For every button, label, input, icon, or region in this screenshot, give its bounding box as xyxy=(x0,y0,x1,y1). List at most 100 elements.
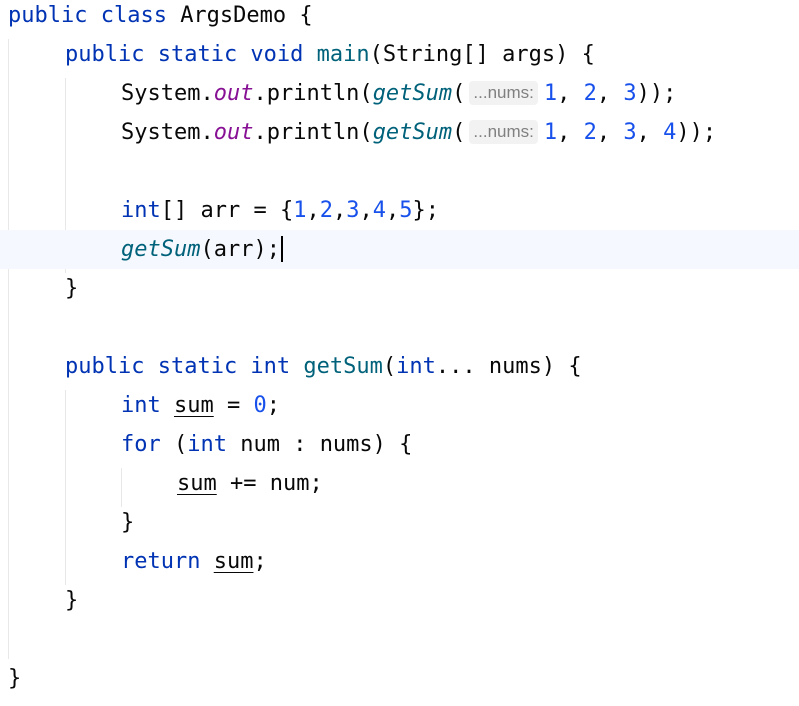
code-token: , xyxy=(359,198,373,223)
code-token: , xyxy=(557,120,584,145)
code-line-text: public static int getSum(int... nums) { xyxy=(65,347,582,386)
code-token: += num; xyxy=(216,471,323,496)
code-token: } xyxy=(65,276,79,301)
code-token: , xyxy=(385,198,400,223)
code-line-text: } xyxy=(121,503,134,542)
code-line[interactable] xyxy=(0,620,799,659)
code-token: 1 xyxy=(293,198,307,223)
code-token: (arr); xyxy=(200,237,280,262)
code-token: System. xyxy=(121,120,214,145)
code-token: getSum xyxy=(372,81,453,106)
code-token: for xyxy=(121,432,174,457)
code-line-text: int sum = 0; xyxy=(121,386,280,425)
code-token: } xyxy=(65,588,79,613)
code-token: out xyxy=(213,120,254,145)
code-token: , xyxy=(306,198,320,223)
code-line[interactable]: } xyxy=(0,581,799,620)
code-token: , xyxy=(332,198,347,223)
code-line[interactable]: getSum(arr); xyxy=(0,230,799,269)
code-line-text: for (int num : nums) { xyxy=(121,425,412,464)
parameter-hint: ...nums: xyxy=(469,81,538,105)
code-line[interactable]: sum += num; xyxy=(0,464,799,503)
code-line[interactable]: public class ArgsDemo { xyxy=(0,0,799,35)
code-line-text: return sum; xyxy=(121,542,267,581)
code-token: getSum xyxy=(372,120,453,145)
code-line-text: } xyxy=(65,581,78,620)
code-token: ( xyxy=(452,81,466,106)
code-line[interactable]: System.out.println(getSum(...nums: 1, 2, … xyxy=(0,113,799,152)
code-token: , xyxy=(636,120,664,145)
code-token: ; xyxy=(253,549,267,574)
code-line[interactable]: } xyxy=(0,269,799,308)
code-line[interactable]: int sum = 0; xyxy=(0,386,799,425)
code-token: ; xyxy=(266,393,280,418)
code-token: 4 xyxy=(663,120,677,145)
code-token: ArgsDemo { xyxy=(180,3,313,28)
code-token: 0 xyxy=(253,393,267,418)
code-line[interactable]: } xyxy=(0,503,799,542)
code-token: out xyxy=(213,81,254,106)
code-token: 4 xyxy=(372,198,386,223)
code-token: main xyxy=(316,42,370,67)
code-token: public static void xyxy=(65,42,317,67)
code-token: 3 xyxy=(623,81,637,106)
code-token: 2 xyxy=(583,81,597,106)
code-token: , xyxy=(557,81,584,106)
code-token: 1 xyxy=(543,81,558,106)
code-token: (String[] args) { xyxy=(369,42,595,67)
code-token: int xyxy=(121,393,174,418)
code-token: num : nums) { xyxy=(240,432,413,457)
code-token: } xyxy=(121,510,135,535)
parameter-hint: ...nums: xyxy=(469,120,538,144)
code-token: public class xyxy=(8,3,181,28)
code-token: public static int xyxy=(65,354,304,379)
code-token: )); xyxy=(676,120,717,145)
code-token: ( xyxy=(382,354,397,379)
code-line-text: int[] arr = {1,2,3,4,5}; xyxy=(121,191,439,230)
code-line[interactable] xyxy=(0,308,799,347)
code-token: 1 xyxy=(543,120,558,145)
code-line[interactable]: int[] arr = {1,2,3,4,5}; xyxy=(0,191,799,230)
code-line-text: public static void main(String[] args) { xyxy=(65,35,595,74)
code-token: sum xyxy=(173,393,214,418)
code-token: [] arr = { xyxy=(160,198,294,223)
code-token: System. xyxy=(121,81,214,106)
code-line-text: getSum(arr); xyxy=(121,230,283,269)
code-token: ( xyxy=(173,432,188,457)
code-line-text: System.out.println(getSum(...nums: 1, 2, … xyxy=(121,113,716,152)
code-token: )); xyxy=(636,81,677,106)
code-token: , xyxy=(596,81,624,106)
code-line-text: public class ArgsDemo { xyxy=(8,0,313,35)
code-token: 3 xyxy=(346,198,360,223)
code-editor[interactable]: public class ArgsDemo {public static voi… xyxy=(0,0,799,706)
code-token: getSum xyxy=(303,354,383,379)
code-token: ( xyxy=(452,120,466,145)
code-token: int xyxy=(121,198,161,223)
code-token: .println( xyxy=(253,81,373,106)
code-line[interactable]: for (int num : nums) { xyxy=(0,425,799,464)
code-token: ... nums) { xyxy=(435,354,582,379)
code-token: int xyxy=(396,354,436,379)
code-token: getSum xyxy=(121,237,201,262)
code-token: 5 xyxy=(399,198,413,223)
code-token: sum xyxy=(177,471,217,496)
code-line[interactable]: public static void main(String[] args) { xyxy=(0,35,799,74)
code-line[interactable]: return sum; xyxy=(0,542,799,581)
code-token: int xyxy=(187,432,241,457)
code-line[interactable]: System.out.println(getSum(...nums: 1, 2, … xyxy=(0,74,799,113)
code-token: return xyxy=(121,549,214,574)
code-line-text: System.out.println(getSum(...nums: 1, 2, … xyxy=(121,74,676,113)
code-line-text: sum += num; xyxy=(177,464,323,503)
code-token: .println( xyxy=(253,120,373,145)
code-line[interactable]: } xyxy=(0,659,799,698)
code-line[interactable]: public static int getSum(int... nums) { xyxy=(0,347,799,386)
code-token: = xyxy=(213,393,254,418)
code-token: 2 xyxy=(319,198,333,223)
code-token: sum xyxy=(213,549,254,574)
text-caret xyxy=(280,236,283,262)
code-token: 3 xyxy=(623,120,637,145)
code-line-text: } xyxy=(65,269,78,308)
code-token: }; xyxy=(412,198,439,223)
code-line[interactable] xyxy=(0,152,799,191)
code-token: } xyxy=(8,666,22,691)
